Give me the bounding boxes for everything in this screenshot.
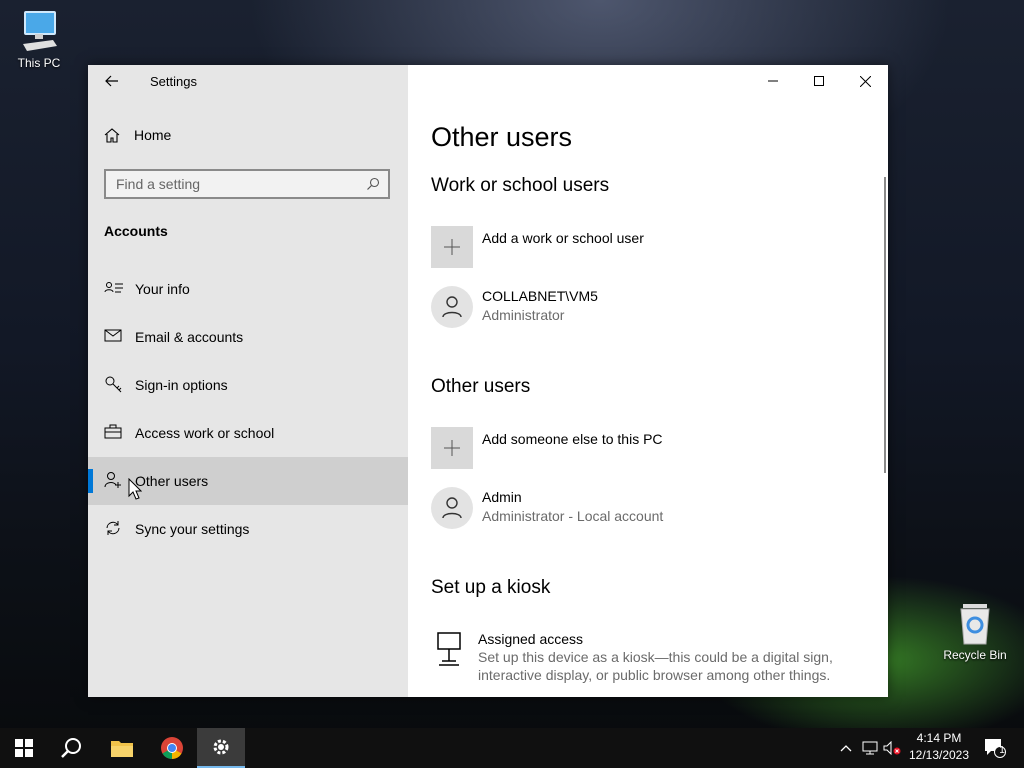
scrollbar[interactable] (884, 177, 886, 473)
assigned-access-title: Assigned access (478, 631, 584, 647)
chrome-button[interactable] (148, 728, 196, 768)
sidebar-item-email-accounts[interactable]: Email & accounts (88, 313, 408, 361)
search-icon (367, 177, 380, 190)
nav-list: Your info Email & accounts Sign-in optio… (88, 265, 408, 553)
user-role: Administrator - Local account (482, 508, 664, 524)
clock[interactable]: 4:14 PM 12/13/2023 (902, 730, 976, 764)
sidebar-item-sign-in-options[interactable]: Sign-in options (88, 361, 408, 409)
add-work-school-user-button[interactable]: Add a work or school user (431, 226, 644, 268)
clock-time: 4:14 PM (916, 731, 962, 745)
action-center-button[interactable]: 1 (980, 728, 1010, 768)
assigned-access-link[interactable]: Assigned access Set up this device as a … (431, 629, 833, 684)
main-content: Other users Work or school users Add a w… (408, 65, 888, 697)
user-entry-admin[interactable]: Admin Administrator - Local account (431, 487, 663, 529)
home-link[interactable]: Home (104, 127, 171, 143)
volume-tray-button[interactable] (882, 728, 902, 768)
recycle-bin-icon (960, 604, 990, 645)
settings-taskbar-button[interactable] (197, 728, 245, 768)
kiosk-icon (437, 632, 461, 666)
back-arrow-icon (105, 75, 118, 87)
minimize-icon (768, 80, 778, 82)
contact-card-icon (104, 282, 123, 293)
maximize-button[interactable] (796, 65, 842, 97)
home-label: Home (134, 127, 172, 143)
plus-icon (444, 239, 460, 255)
window-title: Settings (150, 74, 197, 89)
sync-icon (106, 521, 120, 535)
key-icon (105, 376, 122, 393)
search-icon (61, 738, 81, 758)
folder-icon (111, 741, 133, 757)
search-placeholder: Find a setting (116, 176, 201, 192)
windows-logo-icon (15, 739, 33, 757)
sidebar-item-your-info[interactable]: Your info (88, 265, 408, 313)
avatar (431, 286, 473, 328)
user-name: COLLABNET\VM5 (482, 288, 598, 304)
person-icon (442, 497, 462, 519)
person-add-icon (104, 472, 121, 488)
briefcase-icon (104, 424, 122, 439)
chrome-icon (161, 737, 183, 759)
show-hidden-icons-button[interactable] (836, 728, 856, 768)
back-button[interactable] (100, 71, 124, 91)
add-tile (431, 226, 473, 268)
home-icon (104, 128, 120, 143)
network-icon (862, 741, 878, 755)
assigned-access-desc-line1: Set up this device as a kiosk—this could… (478, 649, 833, 665)
file-explorer-button[interactable] (98, 728, 146, 768)
mouse-cursor-icon (128, 478, 142, 500)
taskbar: 4:14 PM 12/13/2023 1 (0, 728, 1024, 768)
add-someone-else-button[interactable]: Add someone else to this PC (431, 427, 663, 469)
maximize-icon (814, 76, 824, 86)
sidebar-item-label: Access work or school (135, 425, 275, 441)
sidebar-item-sync-settings[interactable]: Sync your settings (88, 505, 408, 553)
start-button[interactable] (0, 728, 48, 768)
plus-icon (444, 440, 460, 456)
user-role: Administrator (482, 307, 565, 323)
sidebar-item-label: Your info (135, 281, 190, 297)
desktop-icon-this-pc[interactable]: This PC (4, 10, 74, 70)
mail-icon (104, 329, 122, 342)
settings-window: Settings Home Find a setting Accounts Yo… (88, 65, 888, 697)
other-users-heading: Other users (431, 376, 531, 397)
search-input[interactable]: Find a setting (104, 169, 390, 199)
clock-date: 12/13/2023 (908, 748, 970, 762)
computer-icon (23, 11, 57, 51)
section-title: Accounts (104, 223, 168, 239)
work-school-heading: Work or school users (431, 175, 610, 196)
user-entry-collabnet[interactable]: COLLABNET\VM5 Administrator (431, 286, 598, 328)
chevron-up-icon (840, 745, 852, 752)
close-button[interactable] (842, 65, 888, 97)
page-title: Other users (431, 122, 573, 152)
sidebar-item-label: Sync your settings (135, 521, 250, 537)
add-work-school-label: Add a work or school user (482, 230, 644, 246)
close-icon (859, 75, 871, 87)
add-tile (431, 427, 473, 469)
search-taskbar-button[interactable] (48, 728, 96, 768)
minimize-button[interactable] (750, 65, 796, 97)
recycle-bin-label: Recycle Bin (943, 648, 1007, 662)
sidebar-item-label: Sign-in options (135, 377, 228, 393)
person-icon (442, 296, 462, 318)
gear-icon (213, 739, 229, 755)
sidebar: Settings Home Find a setting Accounts Yo… (88, 65, 408, 697)
this-pc-label: This PC (17, 56, 61, 70)
assigned-access-desc-line2: interactive display, or public browser a… (478, 667, 831, 683)
user-name: Admin (482, 489, 522, 505)
add-someone-else-label: Add someone else to this PC (482, 431, 663, 447)
sidebar-item-label: Email & accounts (135, 329, 244, 345)
sidebar-item-access-work-school[interactable]: Access work or school (88, 409, 408, 457)
titlebar: Settings (88, 65, 408, 97)
kiosk-heading: Set up a kiosk (431, 577, 551, 598)
avatar (431, 487, 473, 529)
desktop-icon-recycle-bin[interactable]: Recycle Bin (940, 602, 1010, 662)
network-tray-button[interactable] (860, 728, 880, 768)
window-controls (750, 65, 888, 97)
sidebar-item-label: Other users (135, 473, 209, 489)
volume-muted-icon (883, 741, 901, 755)
notification-count: 1 (999, 745, 1005, 756)
